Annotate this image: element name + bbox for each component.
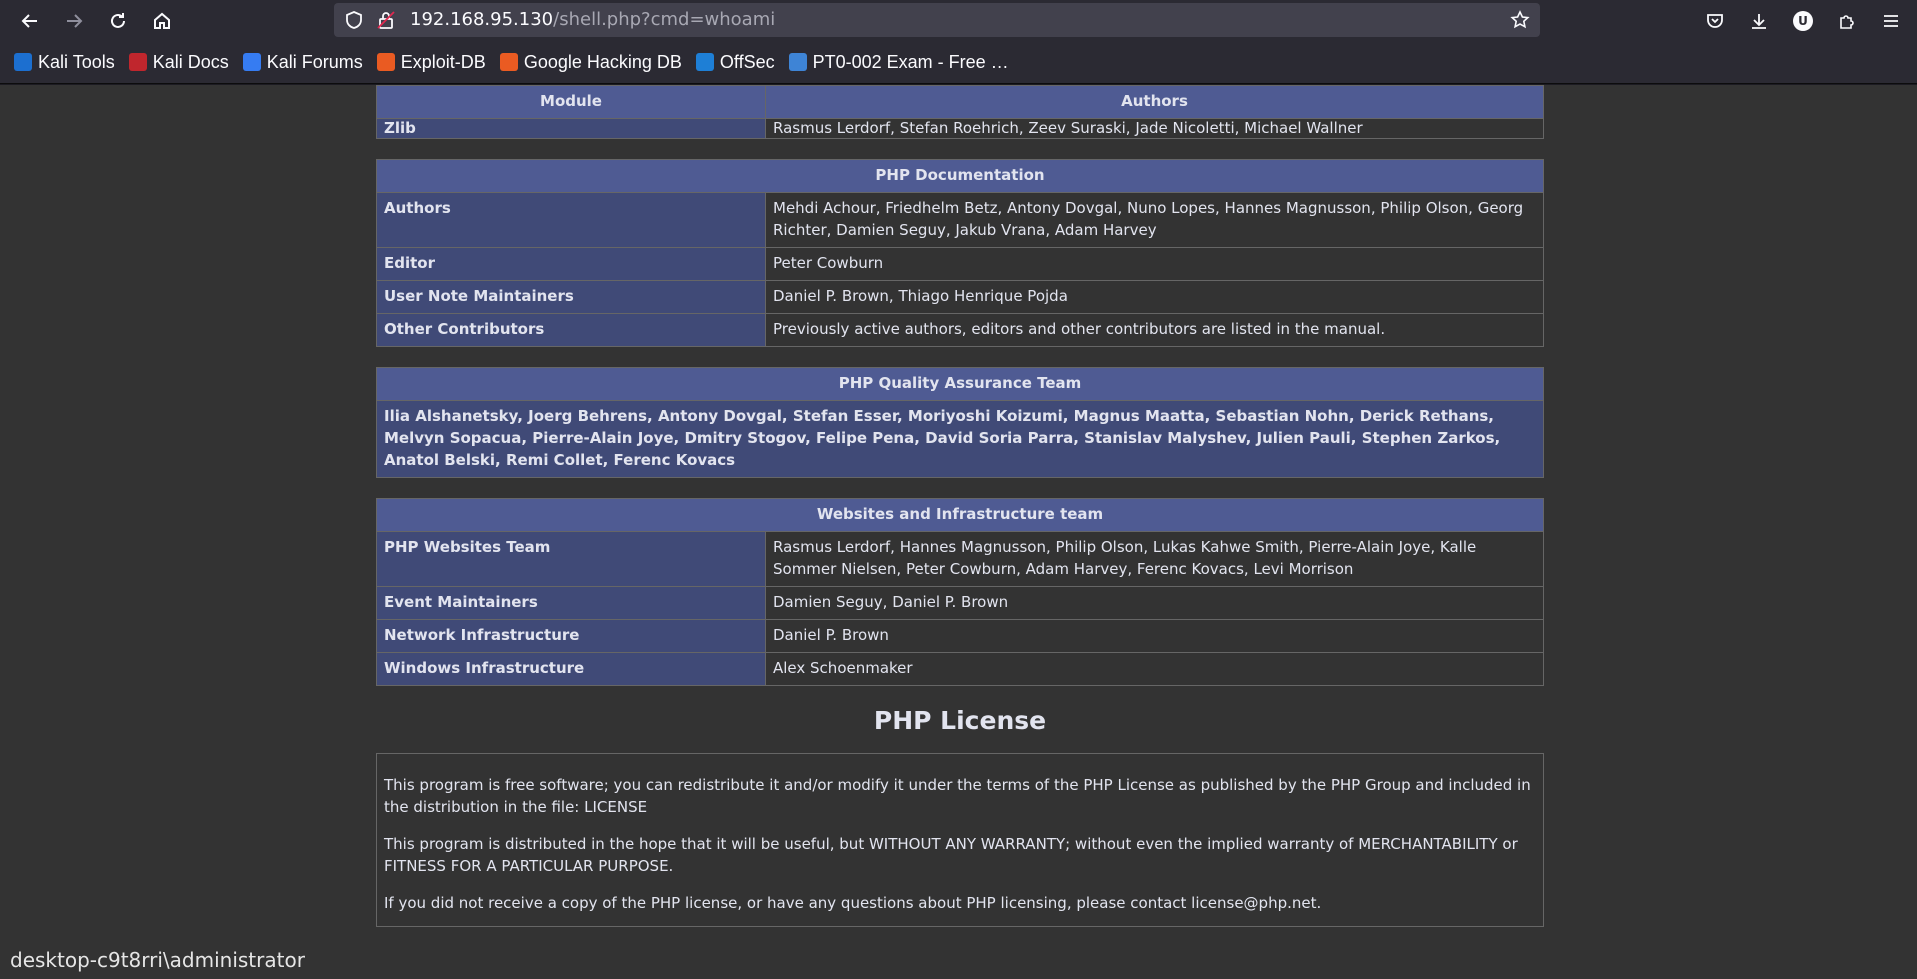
browser-toolbar: 192.168.95.130/shell.php?cmd=whoami U <box>0 0 1917 41</box>
url-text[interactable]: 192.168.95.130/shell.php?cmd=whoami <box>410 9 775 30</box>
license-heading: PHP License <box>873 706 1047 735</box>
bookmark-star-icon[interactable] <box>1510 10 1530 30</box>
documentation-row-value: Previously active authors, editors and o… <box>765 313 1544 347</box>
phpinfo-credits: Module Authors Zlib Rasmus Lerdorf, Stef… <box>376 85 1544 927</box>
module-authors-table: Module Authors Zlib Rasmus Lerdorf, Stef… <box>376 85 1544 139</box>
module-name: Zlib <box>376 118 766 139</box>
websites-infra-table: Websites and Infrastructure team PHP Web… <box>376 498 1544 686</box>
documentation-table: PHP Documentation Authors Mehdi Achour, F… <box>376 159 1544 347</box>
pocket-button[interactable] <box>1693 0 1737 41</box>
command-output: desktop-c9t8rri\administrator <box>0 941 315 979</box>
bookmark-favicon-icon <box>788 53 807 71</box>
documentation-row-label: Editor <box>376 247 766 281</box>
arrow-left-icon <box>21 13 37 28</box>
bookmark-favicon-icon <box>242 53 261 71</box>
bookmark-label: OffSec <box>719 51 775 72</box>
documentation-row-value: Mehdi Achour, Friedhelm Betz, Antony Dov… <box>765 192 1544 248</box>
bookmark-item[interactable]: Exploit-DB <box>373 47 492 77</box>
qa-team-members: Ilia Alshanetsky, Joerg Behrens, Antony … <box>376 400 1544 478</box>
documentation-row-value: Daniel P. Brown, Thiago Henrique Pojda <box>765 280 1544 314</box>
qa-team-title: PHP Quality Assurance Team <box>376 367 1544 401</box>
forward-button[interactable] <box>52 0 96 41</box>
documentation-row: Editor Peter Cowburn <box>376 247 1544 281</box>
reload-icon <box>111 12 125 28</box>
download-icon <box>1752 13 1766 29</box>
bookmark-label: Google Hacking DB <box>523 51 682 72</box>
websites-infra-row-label: Network Infrastructure <box>376 619 766 653</box>
license-paragraph-3: If you did not receive a copy of the PHP… <box>384 894 1322 912</box>
hamburger-icon <box>1884 14 1898 27</box>
arrow-right-icon <box>67 13 83 28</box>
home-icon <box>154 12 170 29</box>
url-path: /shell.php?cmd=whoami <box>553 9 776 30</box>
license-paragraph-1: This program is free software; you can r… <box>384 776 1531 816</box>
websites-infra-row-label: Event Maintainers <box>376 586 766 620</box>
websites-infra-row: PHP Websites Team Rasmus Lerdorf, Hannes … <box>376 531 1544 587</box>
documentation-row-label: Other Contributors <box>376 313 766 347</box>
back-button[interactable] <box>8 0 52 41</box>
url-bar[interactable]: 192.168.95.130/shell.php?cmd=whoami <box>334 3 1540 37</box>
puzzle-icon <box>1840 14 1854 29</box>
bookmark-item[interactable]: Google Hacking DB <box>496 47 688 77</box>
authors-header: Authors <box>765 85 1544 119</box>
bookmark-favicon-icon <box>128 53 147 71</box>
account-button[interactable]: U <box>1781 0 1825 41</box>
page-content: Module Authors Zlib Rasmus Lerdorf, Stef… <box>0 85 1917 979</box>
documentation-row: Authors Mehdi Achour, Friedhelm Betz, Ant… <box>376 192 1544 248</box>
module-authors: Rasmus Lerdorf, Stefan Roehrich, Zeev Su… <box>765 118 1544 139</box>
extensions-button[interactable] <box>1825 0 1869 41</box>
websites-infra-row-label: PHP Websites Team <box>376 531 766 587</box>
license-box: This program is free software; you can r… <box>376 753 1544 927</box>
bookmark-label: PT0-002 Exam - Free … <box>812 51 1009 72</box>
websites-infra-row-value: Damien Seguy, Daniel P. Brown <box>765 586 1544 620</box>
bookmark-item[interactable]: Kali Tools <box>10 47 121 77</box>
avatar-icon: U <box>1793 10 1813 31</box>
websites-infra-row: Network Infrastructure Daniel P. Brown <box>376 619 1544 653</box>
toolbar-right-icons: U <box>1693 0 1917 41</box>
documentation-title: PHP Documentation <box>376 159 1544 193</box>
reload-button[interactable] <box>96 0 140 41</box>
shield-icon[interactable] <box>344 10 364 30</box>
url-host: 192.168.95.130 <box>410 9 554 30</box>
qa-team-table: PHP Quality Assurance Team Ilia Alshanet… <box>376 367 1544 478</box>
documentation-row-label: Authors <box>376 192 766 248</box>
insecure-lock-icon[interactable] <box>376 10 396 30</box>
documentation-row: Other Contributors Previously active auth… <box>376 313 1544 347</box>
documentation-row-label: User Note Maintainers <box>376 280 766 314</box>
websites-infra-row: Windows Infrastructure Alex Schoenmaker <box>376 652 1544 686</box>
pocket-icon <box>1707 13 1723 28</box>
bookmark-label: Kali Docs <box>152 51 229 72</box>
bookmark-favicon-icon <box>14 53 32 71</box>
menu-button[interactable] <box>1869 0 1913 41</box>
websites-infra-title: Websites and Infrastructure team <box>376 498 1544 532</box>
websites-infra-row: Event Maintainers Damien Seguy, Daniel P.… <box>376 586 1544 620</box>
bookmark-item[interactable]: OffSec <box>692 47 781 77</box>
bookmark-favicon-icon <box>695 53 714 71</box>
bookmark-item[interactable]: Kali Forums <box>239 47 369 77</box>
documentation-row-value: Peter Cowburn <box>765 247 1544 281</box>
bookmark-label: Kali Forums <box>266 51 363 72</box>
bookmark-label: Exploit-DB <box>400 51 486 72</box>
bookmark-item[interactable]: Kali Docs <box>125 47 235 77</box>
bookmark-favicon-icon <box>499 53 518 71</box>
bookmark-item[interactable]: PT0-002 Exam - Free … <box>785 47 1015 77</box>
bookmarks-toolbar: Kali Tools Kali Docs Kali Forums Exploit-DB… <box>0 41 1917 84</box>
license-paragraph-2: This program is distributed in the hope … <box>384 835 1518 875</box>
bookmark-favicon-icon <box>376 53 395 71</box>
bookmark-label: Kali Tools <box>38 51 115 72</box>
home-button[interactable] <box>140 0 184 41</box>
module-header: Module <box>376 85 766 119</box>
downloads-button[interactable] <box>1737 0 1781 41</box>
websites-infra-row-value: Daniel P. Brown <box>765 619 1544 653</box>
websites-infra-row-value: Rasmus Lerdorf, Hannes Magnusson, Philip… <box>765 531 1544 587</box>
websites-infra-row-label: Windows Infrastructure <box>376 652 766 686</box>
documentation-row: User Note Maintainers Daniel P. Brown, Th… <box>376 280 1544 314</box>
websites-infra-row-value: Alex Schoenmaker <box>765 652 1544 686</box>
